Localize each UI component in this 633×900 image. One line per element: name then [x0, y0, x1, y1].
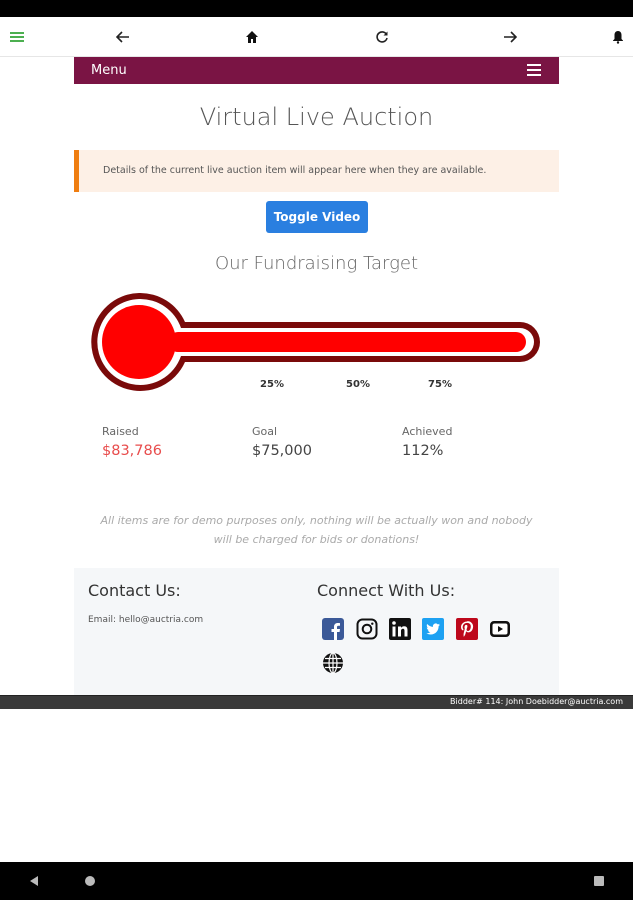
android-nav-bar [0, 862, 633, 900]
stat-value: 112% [402, 443, 444, 459]
menu-bar[interactable]: Menu [74, 57, 559, 84]
contact-title: Contact Us: [88, 581, 181, 600]
instagram-icon[interactable] [356, 618, 378, 640]
thermometer-bulb [102, 305, 176, 379]
stat-achieved: Achieved 112% [402, 425, 542, 459]
stat-goal: Goal $75,000 [252, 425, 392, 459]
forward-arrow-icon[interactable] [498, 25, 522, 49]
tick-label-75: 75% [428, 379, 452, 390]
back-nav-icon[interactable] [28, 875, 40, 887]
status-bar [0, 0, 633, 17]
fundraising-title: Our Fundraising Target [214, 253, 419, 274]
contact-email[interactable]: Email: hello@auctria.com [88, 615, 203, 625]
stat-raised: Raised $83,786 [102, 425, 242, 459]
tick-label-50: 50% [346, 379, 370, 390]
stat-value: $75,000 [252, 443, 312, 459]
main-content: Menu Virtual Live Auction Details of the… [74, 57, 559, 695]
pinterest-icon[interactable] [456, 618, 478, 640]
bidder-bar: Bidder# 114: John Doebidder@auctria.com [0, 695, 633, 709]
hamburger-icon[interactable] [527, 64, 541, 76]
stat-label: Goal [252, 425, 278, 438]
fundraising-thermometer: 25% 50% 75% [91, 292, 541, 391]
hamburger-menu-icon[interactable] [5, 25, 29, 49]
stat-value: $83,786 [102, 443, 162, 459]
linkedin-icon[interactable] [389, 618, 411, 640]
facebook-icon[interactable] [322, 618, 344, 640]
tick-label-25: 25% [260, 379, 284, 390]
menu-label: Menu [91, 63, 127, 78]
bell-icon[interactable] [606, 25, 630, 49]
home-icon[interactable] [240, 25, 264, 49]
home-nav-icon[interactable] [84, 875, 96, 887]
footer: Contact Us: Email: hello@auctria.com Con… [74, 568, 559, 695]
stat-label: Raised [102, 425, 139, 438]
toggle-video-button[interactable]: Toggle Video [266, 201, 368, 233]
live-item-alert: Details of the current live auction item… [74, 150, 559, 192]
globe-icon[interactable] [322, 652, 344, 674]
demo-disclaimer: All items are for demo purposes only, no… [100, 514, 533, 546]
connect-title: Connect With Us: [317, 581, 456, 600]
alert-text: Details of the current live auction item… [103, 165, 487, 176]
page-title: Virtual Live Auction [199, 103, 434, 131]
back-arrow-icon[interactable] [111, 25, 135, 49]
stat-label: Achieved [402, 425, 453, 438]
bidder-info[interactable]: Bidder# 114: John Doebidder@auctria.com [450, 697, 623, 706]
browser-toolbar [0, 17, 633, 57]
youtube-icon[interactable] [489, 618, 511, 640]
thermometer-fill [168, 332, 526, 352]
refresh-icon[interactable] [370, 25, 394, 49]
twitter-icon[interactable] [422, 618, 444, 640]
recents-nav-icon[interactable] [593, 875, 605, 887]
